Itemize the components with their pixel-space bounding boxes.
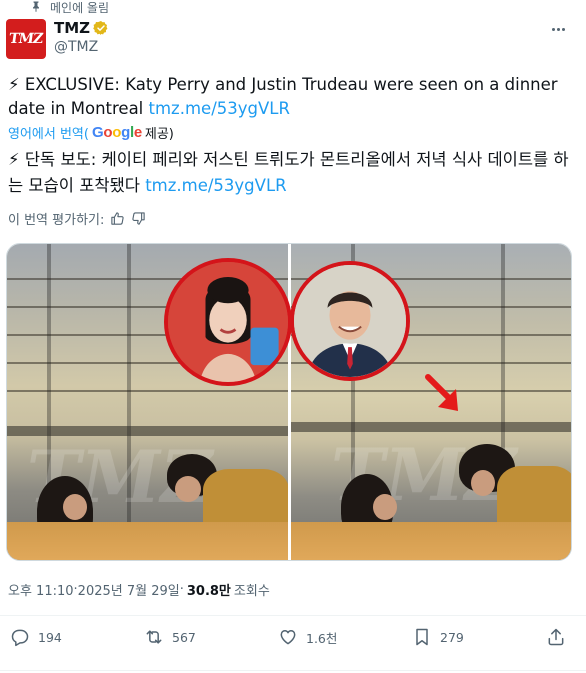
translated-from-label: 영어에서 번역( [8, 127, 89, 142]
lightning-emoji-icon: ⚡ [8, 150, 20, 169]
inset-katy-perry-photo [164, 258, 292, 386]
divider-top [0, 615, 586, 616]
thumbs-down-icon[interactable] [131, 211, 146, 226]
pin-icon [30, 0, 42, 15]
share-icon [546, 627, 566, 647]
author-name[interactable]: TMZ [54, 19, 90, 37]
avatar[interactable]: TMZ [6, 19, 46, 59]
author-name-row[interactable]: TMZ [54, 19, 109, 37]
verified-badge-icon [93, 20, 109, 36]
avatar-logo-text: TMZ [8, 31, 44, 47]
reply-button[interactable]: 194 [10, 627, 62, 647]
tweet-date[interactable]: 2025년 7월 29일 [78, 580, 180, 599]
meta-separator: · [179, 582, 184, 597]
repost-count: 567 [172, 629, 196, 645]
tweet-meta: 오후 11:10 · 2025년 7월 29일 · 30.8만 조회수 [8, 580, 270, 599]
tweet-time[interactable]: 오후 11:10 [8, 580, 74, 599]
repost-icon [144, 627, 164, 647]
tweet-text-translated: ⚡ 단독 보도: 케이티 페리와 저스틴 트뤼도가 몬트리올에서 저녁 식사 데… [8, 147, 574, 199]
heart-icon [278, 627, 298, 647]
tweet-text-ko: 단독 보도: 케이티 페리와 저스틴 트뤼도가 몬트리올에서 저녁 식사 데이트… [8, 150, 569, 195]
bookmark-button[interactable]: 279 [412, 627, 464, 647]
inset-justin-trudeau-photo [290, 261, 410, 381]
rate-translation-label: 이 번역 평가하기: [8, 213, 105, 228]
like-count: 1.6천 [306, 630, 338, 646]
rate-translation: 이 번역 평가하기: [8, 209, 146, 228]
tweet-text-original: ⚡ EXCLUSIVE: Katy Perry and Justin Trude… [8, 73, 568, 121]
thumbs-up-icon[interactable] [110, 211, 125, 226]
red-arrow-icon [425, 374, 458, 411]
author-handle[interactable]: @TMZ [54, 39, 98, 55]
tweet-actions-bar: 194 567 1.6천 279 [0, 627, 586, 657]
tweet-media[interactable]: TMZ TMZ [6, 243, 572, 561]
reply-icon [10, 627, 30, 647]
views-count[interactable]: 30.8만 [187, 580, 231, 599]
like-button[interactable]: 1.6천 [278, 627, 337, 647]
repost-button[interactable]: 567 [144, 627, 196, 647]
divider-bottom [0, 670, 586, 671]
pinned-label: 메인에 올림 [50, 0, 110, 15]
bookmark-count: 279 [440, 629, 464, 645]
views-label: 조회수 [233, 584, 270, 599]
pinned-indicator: 메인에 올림 [30, 0, 110, 15]
provided-by-label: 제공) [144, 127, 174, 142]
lightning-emoji-icon: ⚡ [8, 75, 20, 94]
bookmark-icon [412, 627, 432, 647]
tweet-link-ko[interactable]: tmz.me/53ygVLR [145, 176, 286, 195]
more-options-icon[interactable] [548, 22, 568, 36]
share-button[interactable] [546, 627, 566, 647]
translation-notice[interactable]: 영어에서 번역( Google 제공) [8, 123, 174, 142]
google-logo: Google [91, 124, 142, 141]
tweet-link-en[interactable]: tmz.me/53ygVLR [149, 99, 290, 118]
reply-count: 194 [38, 629, 62, 645]
